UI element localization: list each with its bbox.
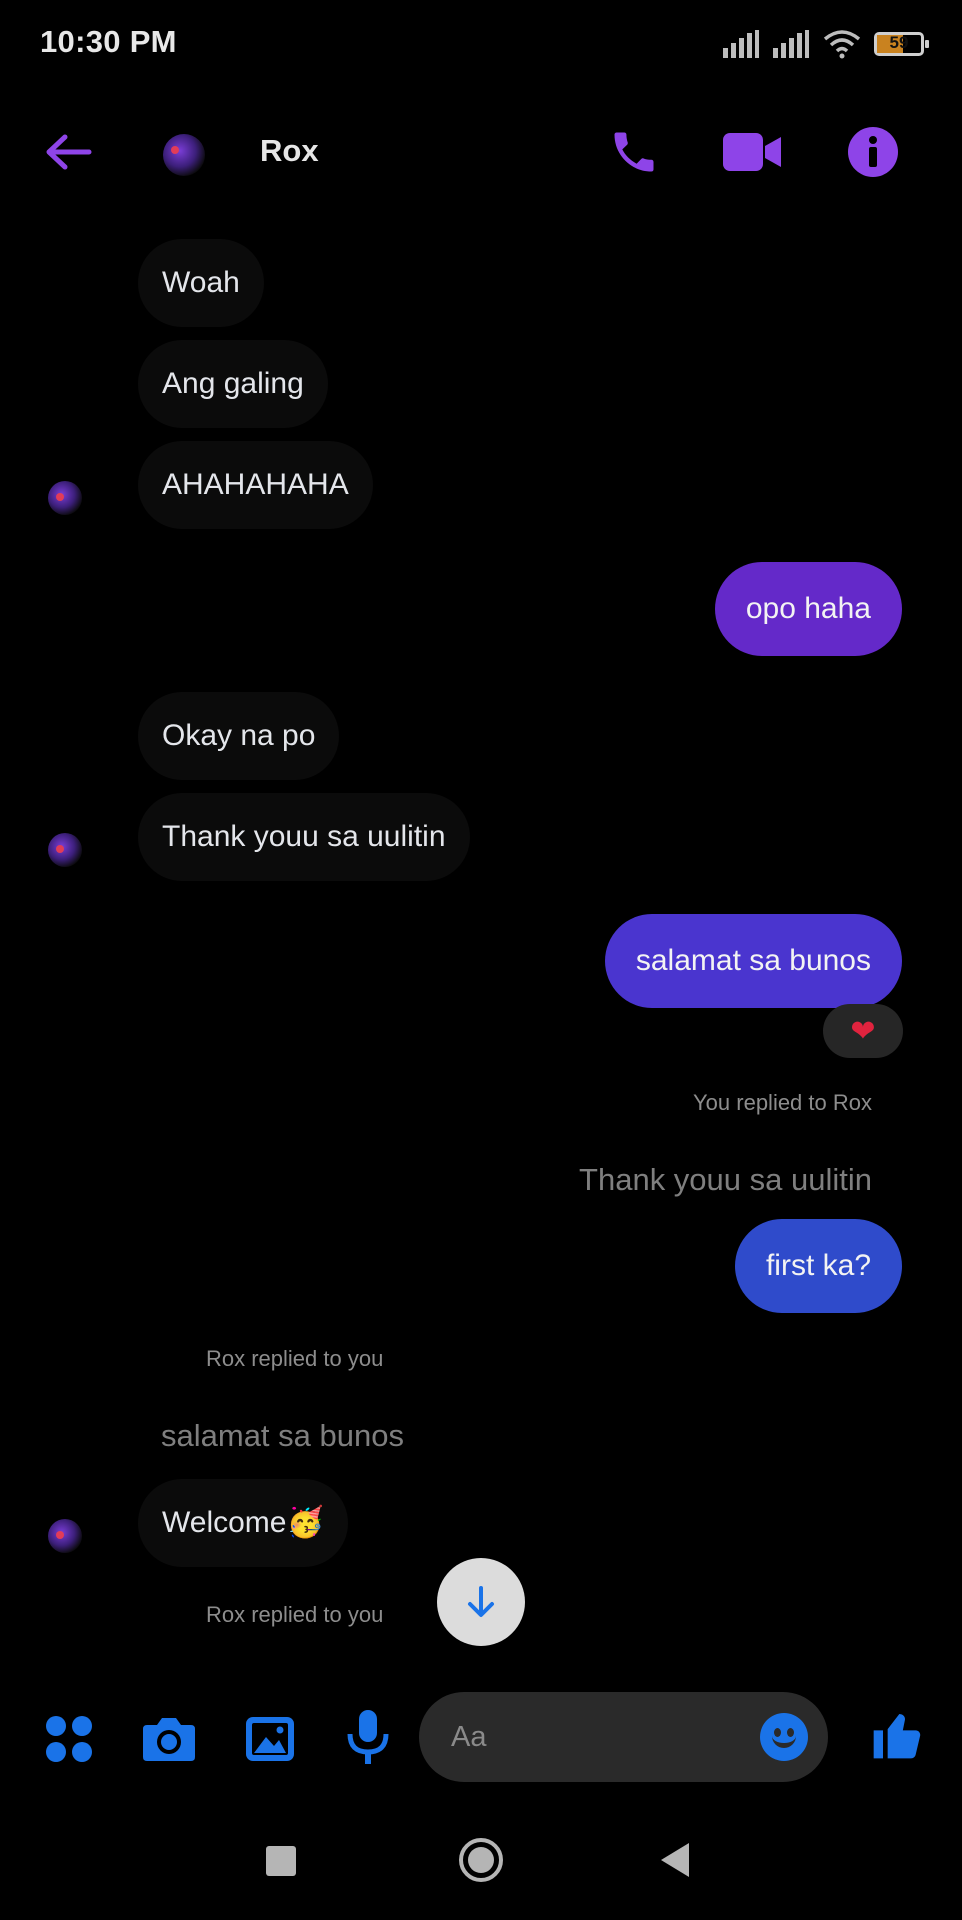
- outgoing-message[interactable]: opo haha: [714, 562, 902, 656]
- arrow-down-icon: [468, 1586, 494, 1617]
- gallery-icon[interactable]: [240, 1710, 300, 1768]
- status-time: 10:30 PM: [40, 24, 177, 59]
- status-icons: 59: [722, 26, 929, 62]
- avatar[interactable]: [48, 1519, 82, 1553]
- info-icon[interactable]: [843, 122, 903, 182]
- avatar[interactable]: [48, 833, 82, 867]
- recents-square-icon[interactable]: [266, 1846, 296, 1876]
- incoming-message[interactable]: Woah: [138, 239, 264, 327]
- quoted-message[interactable]: Thank youu sa uulitin: [579, 1162, 872, 1198]
- message-composer[interactable]: Aa: [419, 1692, 828, 1782]
- battery-level: 59: [889, 33, 909, 52]
- home-circle-icon[interactable]: [459, 1838, 503, 1882]
- menu-dots-icon[interactable]: [40, 1710, 98, 1768]
- video-camera-icon[interactable]: [720, 122, 784, 182]
- microphone-icon[interactable]: [342, 1706, 394, 1770]
- avatar[interactable]: [163, 134, 205, 176]
- avatar[interactable]: [48, 481, 82, 515]
- wifi-icon: [823, 30, 861, 59]
- arrow-left-icon[interactable]: [40, 128, 96, 176]
- incoming-message[interactable]: Thank youu sa uulitin: [138, 793, 470, 881]
- incoming-message[interactable]: Okay na po: [138, 692, 340, 780]
- camera-icon[interactable]: [138, 1710, 200, 1768]
- scroll-down-button[interactable]: [437, 1558, 525, 1646]
- back-triangle-icon[interactable]: [661, 1843, 689, 1877]
- reply-label: Rox replied to you: [206, 1346, 384, 1371]
- incoming-message[interactable]: Ang galing: [138, 340, 328, 428]
- heart-reaction-icon[interactable]: ❤: [823, 1004, 903, 1058]
- incoming-message[interactable]: Welcome🥳: [138, 1479, 348, 1567]
- reply-label: Rox replied to you: [206, 1602, 384, 1627]
- reply-label: You replied to Rox: [693, 1090, 872, 1115]
- outgoing-message[interactable]: first ka?: [734, 1219, 902, 1313]
- contact-name[interactable]: Rox: [260, 133, 319, 169]
- outgoing-message[interactable]: salamat sa bunos: [604, 914, 902, 1008]
- battery-icon: 59: [874, 32, 929, 56]
- signal-icon: [773, 30, 809, 58]
- smiley-icon[interactable]: [760, 1713, 808, 1761]
- thumbs-up-icon[interactable]: [866, 1702, 928, 1768]
- quoted-message[interactable]: salamat sa bunos: [161, 1418, 404, 1454]
- incoming-message[interactable]: AHAHAHAHA: [138, 441, 373, 529]
- message-input[interactable]: Aa: [451, 1692, 486, 1782]
- signal-icon: [723, 30, 759, 58]
- phone-icon[interactable]: [604, 122, 664, 182]
